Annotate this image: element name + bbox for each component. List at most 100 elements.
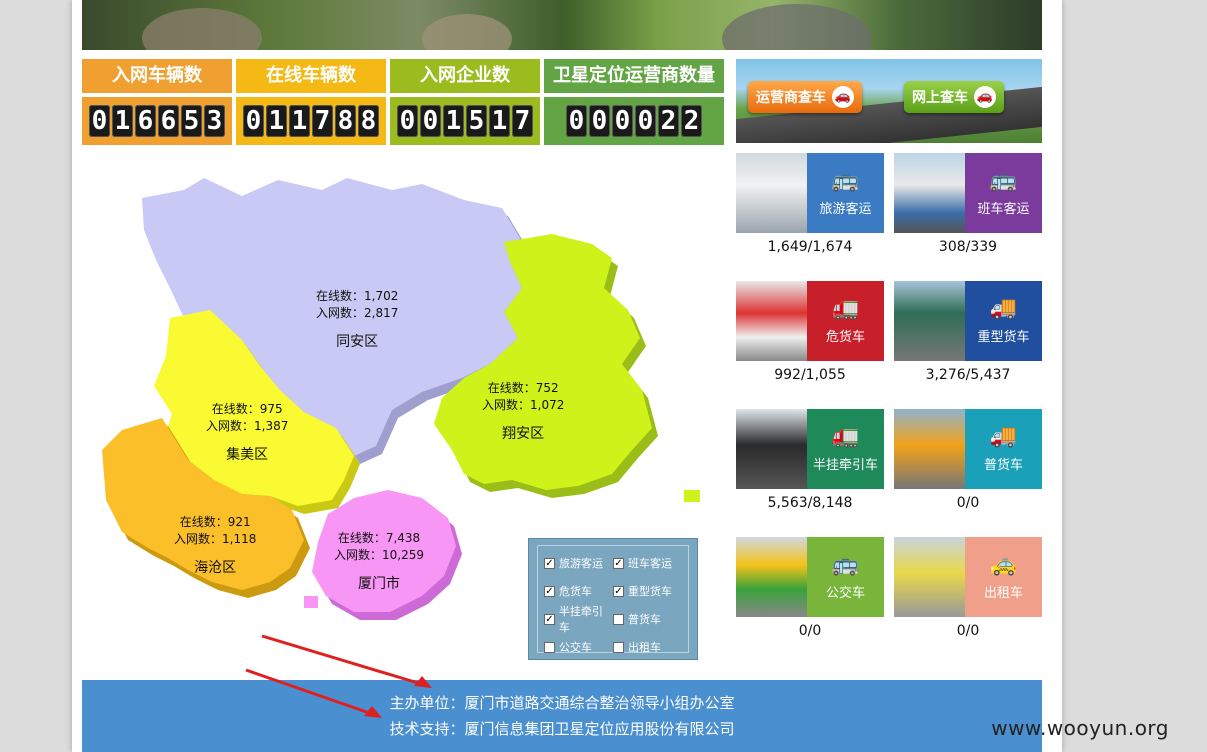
stat-label: 卫星定位运营商数量 [544,59,724,93]
stat-gps-operators: 卫星定位运营商数量 0 0 0 0 2 2 [544,59,724,145]
region-registered-count: 入网数：1,118 [174,532,257,546]
digit: 0 [612,105,633,137]
checkbox[interactable]: ✓ [544,557,555,569]
checkbox[interactable]: ✓ [544,613,555,625]
vehicle-count: 3,276/5,437 [925,367,1011,383]
truck-icon: 🚚 [989,295,1018,321]
filter-shuttle-bus[interactable]: ✓ 班车客运 [613,550,682,576]
filter-tour-bus[interactable]: ✓ 旅游客运 [544,550,613,576]
checkbox[interactable] [613,641,624,653]
region-name: 海沧区 [194,560,237,576]
page: 入网车辆数 0 1 6 6 5 3 在线车辆数 0 1 1 7 8 8 入网企业… [72,0,1062,752]
footer: 主办单位：厦门市道路交通综合整治领导小组办公室 技术支持：厦门信息集团卫星定位应… [82,680,1042,752]
tile-semi-trailer[interactable]: 🚛 半挂牵引车 5,563/8,148 [736,409,884,511]
region-label-tongan: 在线数：1,702 入网数：2,817 同安区 [316,288,398,351]
digit: 0 [420,105,441,137]
region-registered-count: 入网数：1,387 [206,419,289,433]
tour-bus-photo [736,153,807,233]
general-truck-photo [894,409,965,489]
filter-heavy-truck[interactable]: ✓ 重型货车 [613,578,682,604]
vehicle-count: 992/1,055 [774,367,846,383]
vehicle-count: 308/339 [938,239,998,255]
tile-taxi[interactable]: 🚕 出租车 0/0 [894,537,1042,639]
filter-hazmat[interactable]: ✓ 危货车 [544,578,613,604]
region-online-count: 在线数：7,438 [337,531,421,545]
hazmat-truck-photo [736,281,807,361]
region-name: 同安区 [336,334,379,350]
taxi-photo [894,537,965,617]
checkbox[interactable] [544,641,555,653]
heavy-truck-photo [894,281,965,361]
digit: 3 [204,105,225,137]
taxi-icon: 🚕 [989,551,1018,577]
vehicle-type-filter: ✓ 旅游客运 ✓ 班车客运 ✓ 危货车 ✓ 重型货车 ✓ 半挂牵引车 普货车 公交车 出租… [528,538,698,660]
filter-general-truck[interactable]: 普货车 [613,606,682,632]
stat-label: 在线车辆数 [236,59,386,93]
digit: 0 [397,105,418,137]
tile-shuttle-bus[interactable]: 🚌 班车客运 308/339 [894,153,1042,255]
stat-online-vehicles: 在线车辆数 0 1 1 7 8 8 [236,59,386,145]
tile-general-truck[interactable]: 🚚 普货车 0/0 [894,409,1042,511]
region-registered-count: 入网数：1,072 [482,398,565,412]
truck-icon: 🚚 [989,423,1018,449]
car-icon: 🚗 [832,86,854,108]
checkbox[interactable]: ✓ [544,585,555,597]
vehicle-search-panel: 运营商查车 🚗 网上查车 🚗 [736,59,1042,143]
region-name: 厦门市 [358,576,400,592]
digit: 1 [112,105,133,137]
vehicle-count: 5,563/8,148 [767,495,853,511]
watermark: www.wooyun.org [991,716,1169,740]
region-online-count: 在线数：975 [211,402,283,416]
footer-support: 技术支持：厦门信息集团卫星定位应用股份有限公司 [389,720,735,738]
checkbox[interactable]: ✓ [613,557,624,569]
tile-tour-bus[interactable]: 🚌 旅游客运 1,649/1,674 [736,153,884,255]
digit: 1 [289,105,310,137]
tile-bus[interactable]: 🚌 公交车 0/0 [736,537,884,639]
stat-label: 入网企业数 [390,59,540,93]
filter-bus[interactable]: 公交车 [544,634,613,660]
region-label-xiamen: 在线数：7,438 入网数：10,259 厦门市 [334,530,424,593]
digit: 8 [358,105,379,137]
footer-host: 主办单位：厦门市道路交通综合整治领导小组办公室 [389,694,735,712]
region-label-haicang: 在线数：921 入网数：1,118 海沧区 [174,514,256,577]
islet [304,596,318,608]
bus-photo [736,537,807,617]
digit: 0 [243,105,264,137]
region-online-count: 在线数：921 [179,515,251,529]
region-registered-count: 入网数：2,817 [316,306,399,320]
operator-search-button[interactable]: 运营商查车 🚗 [748,81,862,113]
bus-icon: 🚌 [989,167,1018,193]
digit: 2 [681,105,702,137]
digit: 0 [566,105,587,137]
semi-trailer-photo [736,409,807,489]
tile-hazmat[interactable]: 🚛 危货车 992/1,055 [736,281,884,383]
region-name: 集美区 [226,447,269,463]
digit: 6 [135,105,156,137]
stats-panel: 入网车辆数 0 1 6 6 5 3 在线车辆数 0 1 1 7 8 8 入网企业… [82,59,724,145]
digit: 0 [635,105,656,137]
digit: 1 [443,105,464,137]
digit: 5 [181,105,202,137]
vehicle-count: 0/0 [956,623,980,639]
checkbox[interactable]: ✓ [613,585,624,597]
filter-semi-trailer[interactable]: ✓ 半挂牵引车 [544,605,613,634]
vehicle-count: 0/0 [798,623,822,639]
islet [684,490,700,502]
digit: 7 [312,105,333,137]
tractor-icon: 🚛 [831,423,860,449]
stat-label: 入网车辆数 [82,59,232,93]
tile-heavy-truck[interactable]: 🚚 重型货车 3,276/5,437 [894,281,1042,383]
filter-taxi[interactable]: 出租车 [613,634,682,660]
bus-icon: 🚌 [831,167,860,193]
stat-registered-vehicles: 入网车辆数 0 1 6 6 5 3 [82,59,232,145]
shuttle-bus-photo [894,153,965,233]
online-search-button[interactable]: 网上查车 🚗 [904,81,1004,113]
vehicle-count: 1,649/1,674 [767,239,853,255]
region-registered-count: 入网数：10,259 [334,548,424,562]
digit: 8 [335,105,356,137]
digit: 1 [266,105,287,137]
region-name: 翔安区 [502,426,545,442]
checkbox[interactable] [613,613,624,625]
bus-icon: 🚌 [831,551,860,577]
vehicle-count: 0/0 [956,495,980,511]
